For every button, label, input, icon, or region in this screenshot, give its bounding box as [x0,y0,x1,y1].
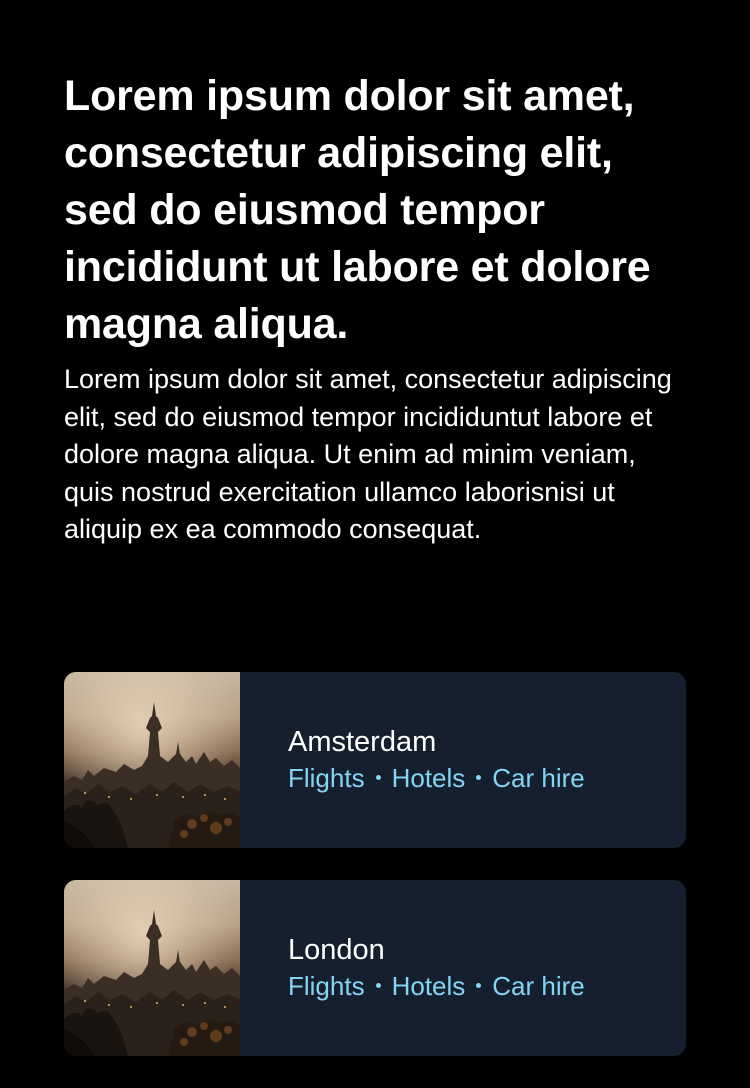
separator-dot [375,982,381,988]
destination-name: Amsterdam [288,726,437,758]
destination-card-amsterdam[interactable]: Amsterdam Flights Hotels Car hire [64,672,686,848]
separator-dot [476,774,482,780]
intro-paragraph: Lorem ipsum dolor sit amet, consectetur … [64,364,672,544]
car-hire-link[interactable]: Car hire [492,763,584,793]
page-headline: Lorem ipsum dolor sit amet, consectetur … [64,72,651,348]
separator-dot [375,774,381,780]
hotels-link[interactable]: Hotels [392,971,466,1001]
card-text: Amsterdam Flights Hotels Car hire [240,672,585,848]
city-skyline-photo [64,672,240,848]
flights-link[interactable]: Flights [288,763,365,793]
city-skyline-photo [64,880,240,1056]
travel-links: Flights Hotels Car hire [288,968,585,1004]
flights-link[interactable]: Flights [288,971,365,1001]
intro-section: Lorem ipsum dolor sit amet, consectetur … [64,68,686,549]
car-hire-link[interactable]: Car hire [492,971,584,1001]
separator-dot [476,982,482,988]
card-text: London Flights Hotels Car hire [240,880,585,1056]
destination-card-london[interactable]: London Flights Hotels Car hire [64,880,686,1056]
travel-links: Flights Hotels Car hire [288,760,585,796]
hotels-link[interactable]: Hotels [392,763,466,793]
destination-name: London [288,934,385,966]
